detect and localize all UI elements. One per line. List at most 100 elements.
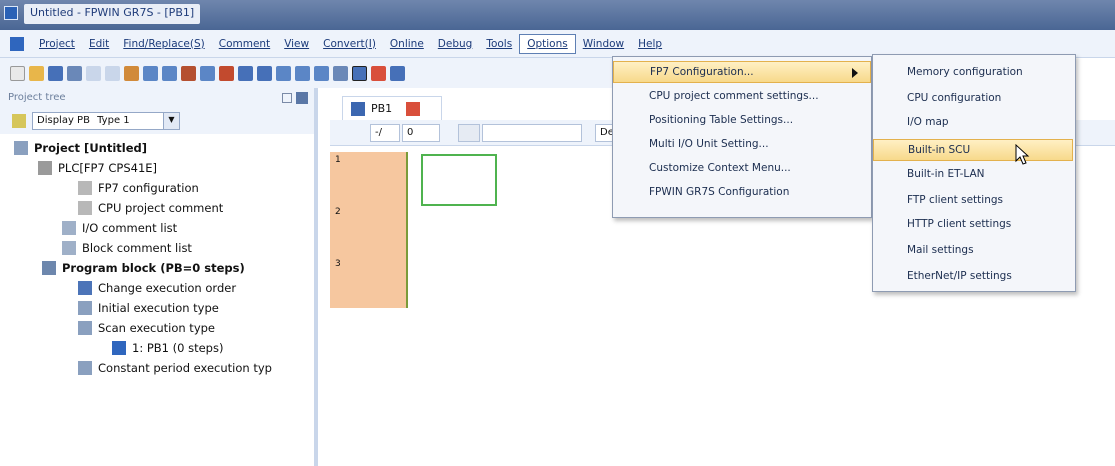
menu-online[interactable]: Online — [383, 35, 431, 53]
tree-node-scan-execution-type[interactable]: Scan execution type — [78, 318, 215, 338]
tree-node-label: Initial execution type — [98, 301, 219, 315]
redo-icon[interactable] — [105, 65, 120, 81]
tree-node-constant-period-execution-type[interactable]: Constant period execution typ — [78, 358, 272, 378]
new-file-icon[interactable] — [10, 65, 25, 81]
submenu-arrow-icon — [852, 68, 858, 78]
menu-edit[interactable]: Edit — [82, 35, 116, 53]
menu-item-http-client-settings[interactable]: HTTP client settings — [873, 213, 1075, 235]
menu-item-label: Memory configuration — [907, 66, 1023, 78]
execution-type-icon — [78, 321, 92, 335]
project-tree-title: Project tree — [8, 92, 66, 103]
menu-item-ftp-client-settings[interactable]: FTP client settings — [873, 189, 1075, 211]
tree-node-label: Project [Untitled] — [34, 141, 148, 155]
menu-item-label: EtherNet/IP settings — [907, 270, 1012, 282]
project-tree-header: Project tree — [0, 88, 314, 108]
display-pb-select[interactable]: Display PB Type 1 ▼ — [32, 112, 180, 130]
filter-row: Display PB Type 1 ▼ — [0, 108, 314, 134]
menu-comment[interactable]: Comment — [212, 35, 277, 53]
close-panel-icon[interactable] — [296, 92, 308, 104]
tree-node-program-block[interactable]: Program block (PB=0 steps) — [42, 258, 245, 278]
menu-item-label: I/O map — [907, 116, 949, 128]
menu-item-label: Multi I/O Unit Setting... — [649, 138, 769, 150]
menu-item-ethernet-ip-settings[interactable]: EtherNet/IP settings — [873, 265, 1075, 287]
tree-node-project[interactable]: Project [Untitled] — [14, 138, 147, 158]
tree-node-fp7-configuration[interactable]: FP7 configuration — [78, 178, 199, 198]
plc-icon — [38, 161, 52, 175]
download-icon[interactable] — [276, 65, 291, 81]
menu-item-mail-settings[interactable]: Mail settings — [873, 239, 1075, 261]
menu-tools[interactable]: Tools — [479, 35, 519, 53]
menu-find-replace[interactable]: Find/Replace(S) — [116, 35, 211, 53]
tree-node-block-comment-list[interactable]: Block comment list — [62, 238, 192, 258]
tree-node-io-comment-list[interactable]: I/O comment list — [62, 218, 177, 238]
chevron-down-icon[interactable]: ▼ — [163, 113, 179, 129]
menu-debug[interactable]: Debug — [431, 35, 480, 53]
tab-pb1[interactable]: PB1 — [342, 96, 442, 120]
monitor-icon[interactable] — [257, 65, 272, 81]
cut-icon[interactable] — [124, 65, 139, 81]
tree-node-label: I/O comment list — [82, 221, 178, 235]
menu-project[interactable]: Project — [32, 35, 82, 53]
menu-item-label: Customize Context Menu... — [649, 162, 791, 174]
menu-item-label: FTP client settings — [907, 194, 1003, 206]
replace-icon[interactable] — [200, 65, 215, 81]
tree-node-label: Constant period execution typ — [98, 361, 272, 375]
menu-item-cpu-configuration[interactable]: CPU configuration — [873, 87, 1075, 109]
configuration-icon — [78, 181, 92, 195]
menu-item-cpu-project-comment-settings[interactable]: CPU project comment settings... — [613, 85, 871, 107]
execution-type-icon — [78, 361, 92, 375]
row-number: 3 — [335, 259, 341, 269]
filter-icon — [12, 114, 26, 128]
instruction-icon[interactable] — [458, 124, 480, 142]
tree-node-cpu-project-comment[interactable]: CPU project comment — [78, 198, 223, 218]
instruction-field[interactable] — [482, 124, 582, 142]
menu-item-io-map[interactable]: I/O map — [873, 111, 1075, 133]
online-icon[interactable] — [238, 65, 253, 81]
ladder-row[interactable]: 2 — [330, 204, 408, 256]
menu-item-built-in-et-lan[interactable]: Built-in ET-LAN — [873, 163, 1075, 185]
menu-item-customize-context-menu[interactable]: Customize Context Menu... — [613, 157, 871, 179]
menu-help[interactable]: Help — [631, 35, 669, 53]
step-field[interactable]: 0 — [402, 124, 440, 142]
undo-icon[interactable] — [86, 65, 101, 81]
stop-icon[interactable] — [371, 65, 386, 81]
menu-options[interactable]: Options — [519, 33, 576, 54]
check-icon — [112, 341, 126, 355]
convert-icon[interactable] — [219, 65, 234, 81]
menu-view[interactable]: View — [277, 35, 316, 53]
operand-field[interactable]: -/ — [370, 124, 400, 142]
menu-item-label: CPU configuration — [907, 92, 1002, 104]
tree-node-change-execution-order[interactable]: Change execution order — [78, 278, 236, 298]
grid-icon[interactable] — [333, 65, 348, 81]
menu-item-fp7-configuration[interactable]: FP7 Configuration... — [613, 61, 871, 83]
copy-icon[interactable] — [143, 65, 158, 81]
ladder-row[interactable]: 1 — [330, 152, 408, 204]
tree-node-initial-execution-type[interactable]: Initial execution type — [78, 298, 219, 318]
save-icon[interactable] — [48, 65, 63, 81]
compare-icon[interactable] — [314, 65, 329, 81]
menu-item-multi-io-unit-setting[interactable]: Multi I/O Unit Setting... — [613, 133, 871, 155]
menu-item-built-in-scu[interactable]: Built-in SCU — [873, 139, 1073, 161]
program-block-icon — [42, 261, 56, 275]
upload-icon[interactable] — [295, 65, 310, 81]
help-icon[interactable] — [352, 65, 367, 81]
tree-node-label: Scan execution type — [98, 321, 215, 335]
menu-item-fpwin-gr7s-configuration[interactable]: FPWIN GR7S Configuration — [613, 181, 871, 203]
open-folder-icon[interactable] — [29, 65, 44, 81]
close-tab-icon[interactable] — [406, 101, 421, 116]
menu-item-memory-configuration[interactable]: Memory configuration — [873, 61, 1075, 83]
paste-icon[interactable] — [162, 65, 177, 81]
tree-node-pb1[interactable]: 1: PB1 (0 steps) — [112, 338, 223, 358]
menu-item-positioning-table-settings[interactable]: Positioning Table Settings... — [613, 109, 871, 131]
filter-value: Type 1 — [97, 115, 130, 126]
menu-window[interactable]: Window — [576, 35, 631, 53]
print-icon[interactable] — [67, 65, 82, 81]
project-icon — [14, 141, 28, 155]
run-icon[interactable] — [390, 65, 405, 81]
find-icon[interactable] — [181, 65, 196, 81]
menu-convert[interactable]: Convert(I) — [316, 35, 383, 53]
tree-node-plc[interactable]: PLC[FP7 CPS41E] — [38, 158, 157, 178]
pin-icon[interactable] — [282, 93, 292, 103]
row-number: 2 — [335, 207, 341, 217]
ladder-row[interactable]: 3 — [330, 256, 408, 308]
